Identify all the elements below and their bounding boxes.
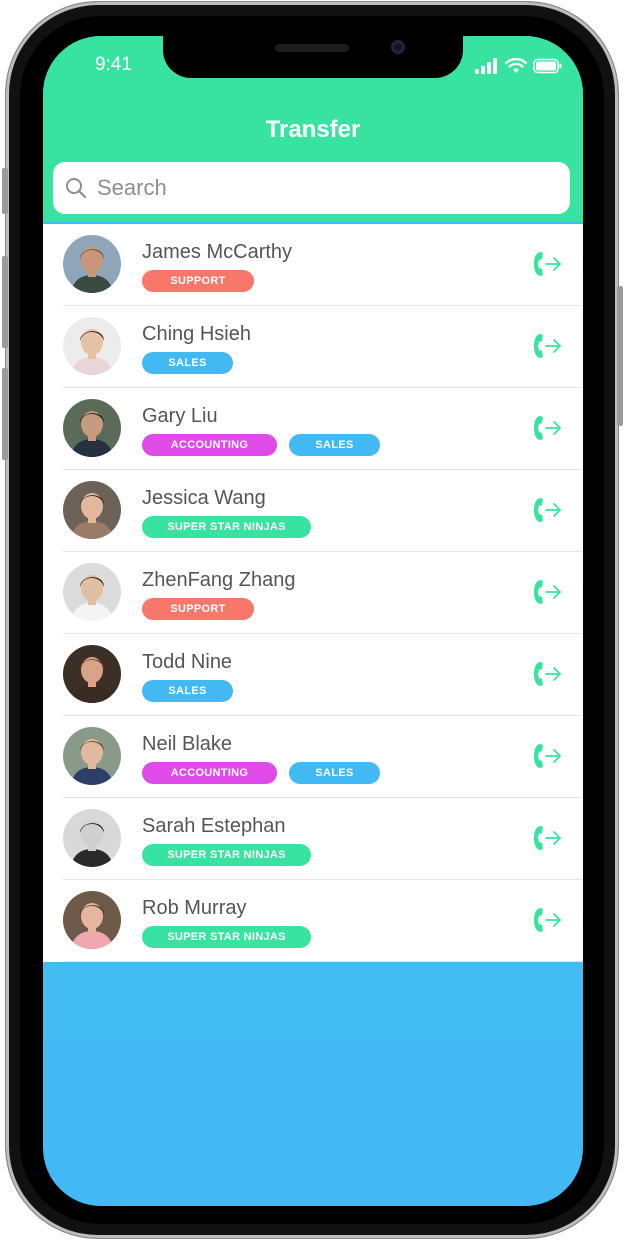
volume-up-button: [2, 256, 8, 348]
contact-tags: SUPPORT: [142, 598, 254, 620]
contact-list: James McCarthy SUPPORT Ching Hsieh SALES Gar…: [43, 224, 583, 962]
contact-row[interactable]: Ching Hsieh SALES: [43, 306, 583, 388]
avatar: [63, 563, 121, 621]
contact-tags: SUPER STAR NINJAS: [142, 926, 311, 948]
contact-name: James McCarthy: [142, 241, 293, 263]
tag-accounting: ACCOUNTING: [142, 762, 277, 784]
tag-sales: SALES: [289, 762, 380, 784]
header: 9:41 Transfer: [43, 36, 583, 222]
tag-support: SUPPORT: [142, 270, 254, 292]
mute-switch: [2, 168, 8, 214]
contact-tags: SALES: [142, 352, 233, 374]
status-time: 9:41: [95, 54, 132, 75]
tag-sales: SALES: [142, 680, 233, 702]
contact-name: ZhenFang Zhang: [142, 569, 296, 591]
contact-row[interactable]: Todd Nine SALES: [43, 634, 583, 716]
phone-transfer-icon[interactable]: [531, 904, 563, 936]
contact-tags: SUPER STAR NINJAS: [142, 516, 311, 538]
avatar: [63, 809, 121, 867]
contact-name: Todd Nine: [142, 651, 233, 673]
phone-transfer-icon[interactable]: [531, 494, 563, 526]
notch: [163, 36, 463, 78]
wifi-icon: [505, 58, 527, 73]
contact-row[interactable]: Rob Murray SUPER STAR NINJAS: [43, 880, 583, 962]
contact-tags: SUPPORT: [142, 270, 254, 292]
contact-name: Rob Murray: [142, 897, 247, 919]
phone-transfer-icon[interactable]: [531, 658, 563, 690]
contact-tags: SALES: [142, 680, 233, 702]
avatar: [63, 317, 121, 375]
contact-name: Neil Blake: [142, 733, 233, 755]
avatar: [63, 235, 121, 293]
phone-transfer-icon[interactable]: [531, 412, 563, 444]
battery-icon: [533, 58, 562, 74]
front-camera: [391, 40, 405, 54]
tag-accounting: ACCOUNTING: [142, 434, 277, 456]
phone-transfer-icon[interactable]: [531, 576, 563, 608]
contact-row[interactable]: Neil Blake ACCOUNTING SALES: [43, 716, 583, 798]
status-icons: [475, 54, 563, 74]
phone-transfer-icon[interactable]: [531, 822, 563, 854]
speaker: [275, 44, 349, 52]
tag-ninjas: SUPER STAR NINJAS: [142, 844, 311, 866]
contact-tags: ACCOUNTING SALES: [142, 434, 380, 456]
search-bar[interactable]: [53, 162, 570, 214]
contact-name: Sarah Estephan: [142, 815, 286, 837]
contact-tags: SUPER STAR NINJAS: [142, 844, 311, 866]
volume-down-button: [2, 368, 8, 460]
contact-row[interactable]: Sarah Estephan SUPER STAR NINJAS: [43, 798, 583, 880]
avatar: [63, 399, 121, 457]
avatar: [63, 645, 121, 703]
cellular-signal-icon: [475, 58, 497, 74]
screen: 9:41 Transfer Search James McCarthy SUPP…: [43, 36, 583, 1206]
contact-name: Ching Hsieh: [142, 323, 251, 345]
avatar: [63, 891, 121, 949]
tag-sales: SALES: [289, 434, 380, 456]
contact-tags: ACCOUNTING SALES: [142, 762, 380, 784]
tag-ninjas: SUPER STAR NINJAS: [142, 516, 311, 538]
page-title: Transfer: [265, 116, 361, 143]
tag-sales: SALES: [142, 352, 233, 374]
phone-transfer-icon[interactable]: [531, 740, 563, 772]
phone-transfer-icon[interactable]: [531, 330, 563, 362]
contact-row[interactable]: James McCarthy SUPPORT: [43, 224, 583, 306]
bottom-area: [43, 964, 583, 1040]
contact-row[interactable]: Jessica Wang SUPER STAR NINJAS: [43, 470, 583, 552]
search-input[interactable]: [95, 174, 519, 202]
contact-name: Gary Liu: [142, 405, 218, 427]
contact-name: Jessica Wang: [142, 487, 266, 509]
tag-support: SUPPORT: [142, 598, 254, 620]
phone-transfer-icon[interactable]: [531, 248, 563, 280]
tag-ninjas: SUPER STAR NINJAS: [142, 926, 311, 948]
row-divider: [63, 961, 583, 962]
avatar: [63, 481, 121, 539]
search-icon: [66, 178, 87, 199]
contact-row[interactable]: ZhenFang Zhang SUPPORT: [43, 552, 583, 634]
avatar: [63, 727, 121, 785]
power-button: [617, 286, 623, 426]
contact-row[interactable]: Gary Liu ACCOUNTING SALES: [43, 388, 583, 470]
